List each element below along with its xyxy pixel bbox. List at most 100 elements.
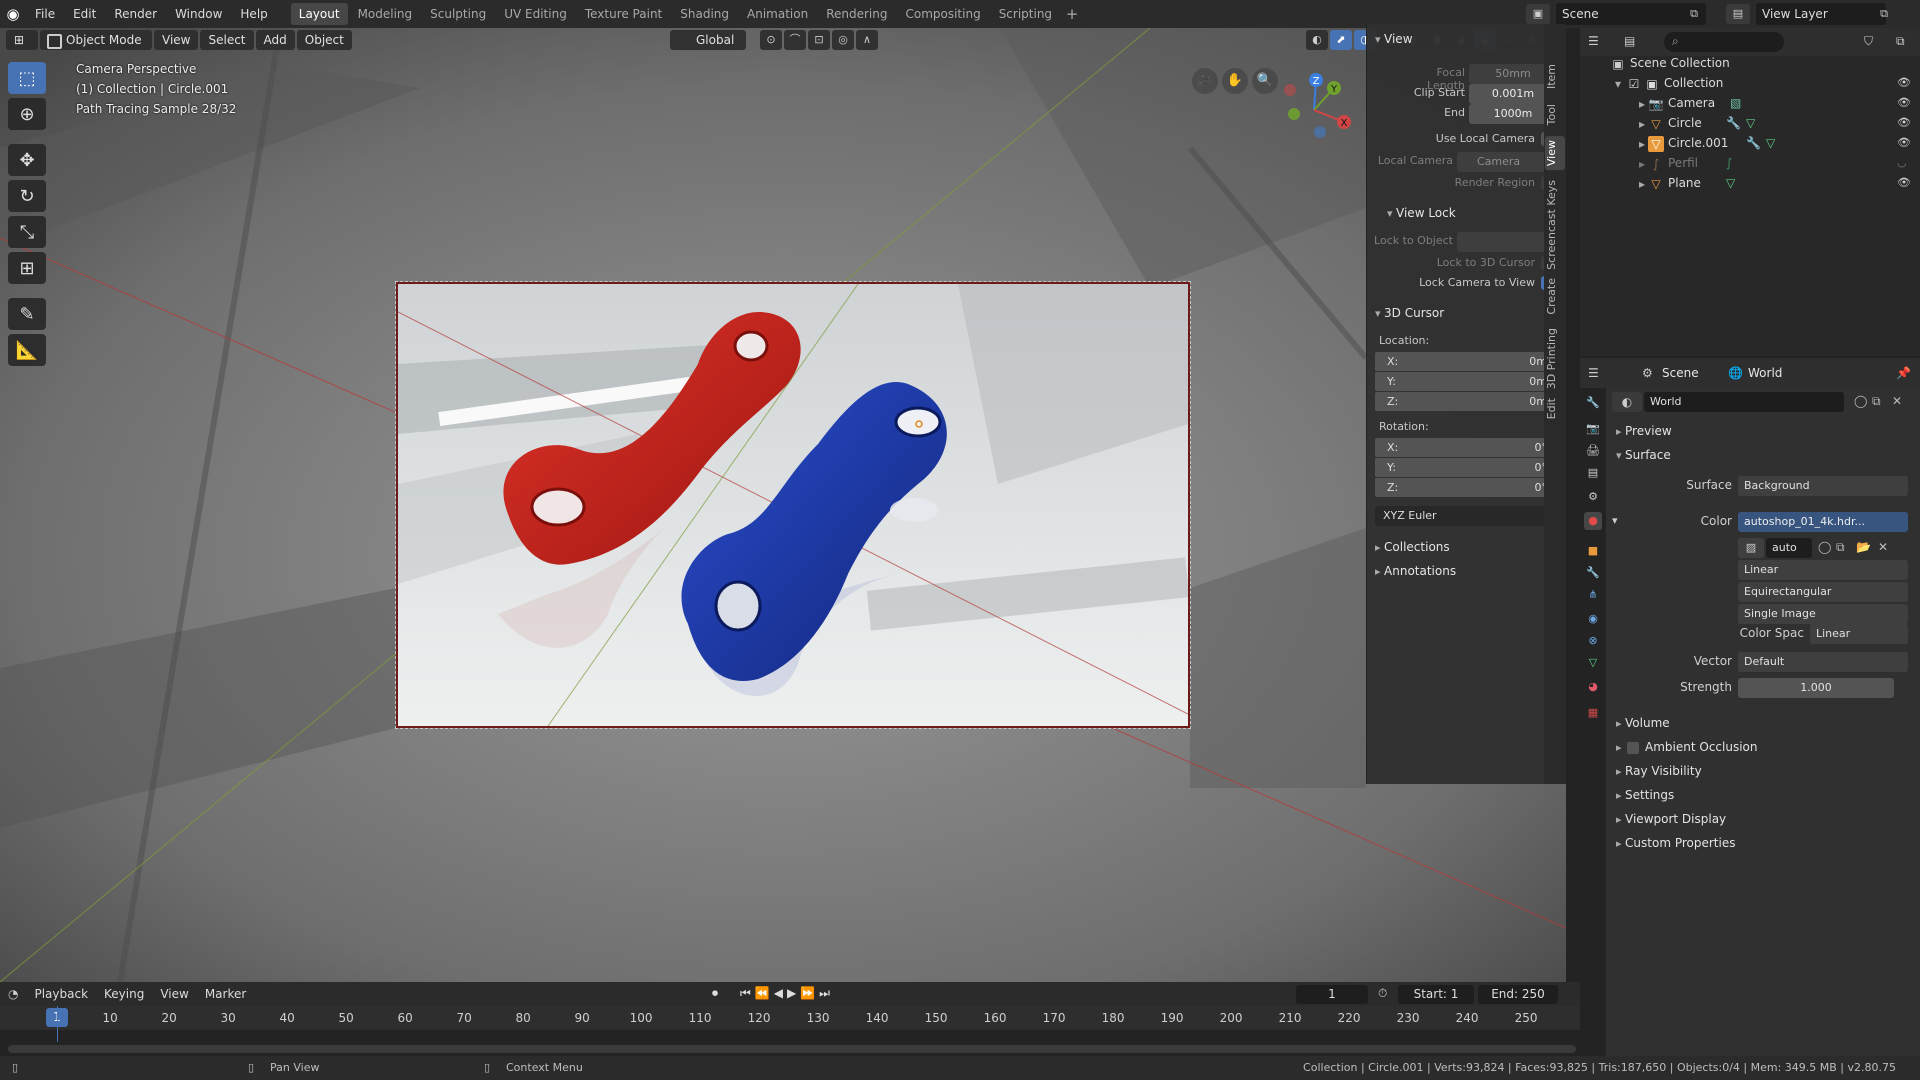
gizmo-toggle-icon[interactable]: ⬈: [1330, 30, 1352, 50]
eye-icon[interactable]: 👁: [1897, 76, 1911, 89]
volume-section[interactable]: Volume: [1616, 716, 1670, 730]
image-fake-user-icon[interactable]: ◯: [1818, 540, 1831, 554]
world-browse-icon[interactable]: ◐: [1612, 392, 1642, 412]
checkbox-icon[interactable]: ☑: [1626, 76, 1642, 92]
blender-logo-icon[interactable]: ◉: [0, 0, 26, 28]
outliner-row-scene-collection[interactable]: ▣ Scene Collection: [1580, 54, 1920, 74]
tab-rendering[interactable]: Rendering: [818, 3, 895, 25]
color-texture-field[interactable]: autoshop_01_4k.hdr...: [1738, 512, 1908, 532]
view-layer-field[interactable]: View Layer: [1756, 3, 1886, 25]
measure-tool-icon[interactable]: 📐: [8, 334, 46, 366]
unlink-icon[interactable]: ✕: [1892, 394, 1902, 408]
color-expand-icon[interactable]: ▾: [1612, 514, 1618, 527]
properties-editor-icon[interactable]: ☰: [1588, 366, 1599, 380]
timeline-menu-view[interactable]: View: [152, 987, 196, 1001]
color-space-dropdown[interactable]: Linear: [1810, 624, 1908, 644]
record-icon[interactable]: ⏺: [712, 986, 718, 1001]
interpolation-dropdown[interactable]: Linear: [1738, 560, 1908, 580]
timeline-menu-keying[interactable]: Keying: [96, 987, 152, 1001]
tab-sculpting[interactable]: Sculpting: [422, 3, 494, 25]
eye-icon[interactable]: 👁: [1897, 136, 1911, 149]
sidebar-tab-create[interactable]: Create: [1545, 274, 1565, 319]
breadcrumb-world[interactable]: World: [1748, 366, 1782, 380]
vector-field[interactable]: Default: [1738, 652, 1908, 672]
tab-scripting[interactable]: Scripting: [991, 3, 1060, 25]
wrench-icon[interactable]: 🔧: [1746, 136, 1761, 150]
annotations-section-header[interactable]: Annotations: [1375, 564, 1456, 578]
menu-help[interactable]: Help: [231, 0, 276, 28]
mesh-data-icon[interactable]: ▽: [1766, 136, 1775, 150]
constraints-tab-icon[interactable]: ⊗: [1584, 632, 1602, 650]
sidebar-tab-item[interactable]: Item: [1545, 60, 1565, 93]
sidebar-tab-edit[interactable]: Edit: [1545, 394, 1565, 423]
filter-icon[interactable]: ⛉: [1864, 34, 1873, 49]
view-layer-tab-icon[interactable]: ▤: [1584, 464, 1602, 482]
ray-visibility-section[interactable]: Ray Visibility: [1616, 764, 1702, 778]
eye-icon[interactable]: 👁: [1897, 176, 1911, 189]
eye-icon[interactable]: 👁: [1897, 116, 1911, 129]
image-open-icon[interactable]: 📂: [1856, 540, 1871, 554]
tool-tab-icon[interactable]: 🔧: [1584, 394, 1602, 412]
viewport-menu-add[interactable]: Add: [255, 30, 295, 50]
eye-closed-icon[interactable]: ◡: [1897, 156, 1907, 169]
menu-render[interactable]: Render: [105, 0, 166, 28]
cursor-location-x[interactable]: X: 0m: [1375, 352, 1555, 371]
image-name-field[interactable]: auto: [1766, 538, 1812, 558]
mesh-data-icon[interactable]: ▽: [1746, 116, 1755, 130]
menu-file[interactable]: File: [26, 0, 64, 28]
cursor-section-header[interactable]: 3D Cursor: [1375, 306, 1444, 320]
strength-field[interactable]: 1.000: [1738, 678, 1894, 698]
cursor-location-z[interactable]: Z: 0m: [1375, 392, 1555, 411]
menu-edit[interactable]: Edit: [64, 0, 105, 28]
viewport-menu-object[interactable]: Object: [296, 30, 352, 50]
image-duplicate-icon[interactable]: ⧉: [1836, 540, 1845, 555]
collections-section-header[interactable]: Collections: [1375, 540, 1450, 554]
current-frame-field[interactable]: 1: [1296, 985, 1368, 1004]
modifier-tab-icon[interactable]: 🔧: [1584, 564, 1602, 582]
visibility-icon[interactable]: ◐: [1306, 30, 1328, 50]
preview-range-icon[interactable]: ⏱: [1378, 986, 1387, 1001]
local-camera-field[interactable]: Camera: [1457, 152, 1557, 172]
world-name-field[interactable]: World: [1644, 392, 1844, 412]
display-mode-icon[interactable]: ▤: [1624, 34, 1635, 48]
view-lock-header[interactable]: View Lock: [1387, 206, 1456, 220]
transform-orientation-dropdown[interactable]: Global: [670, 30, 746, 50]
wrench-icon[interactable]: 🔧: [1726, 116, 1741, 130]
cursor-rotation-x[interactable]: X: 0°: [1375, 438, 1555, 457]
fake-user-icon[interactable]: ◯: [1854, 394, 1867, 408]
eye-icon[interactable]: 👁: [1897, 96, 1911, 109]
outliner-row-circle-001[interactable]: ▸ ▽ Circle.001 🔧 ▽ 👁: [1580, 134, 1920, 154]
editor-type-icon[interactable]: ⊞: [6, 30, 38, 50]
pivot-icon[interactable]: ⊙: [760, 30, 782, 50]
rotation-mode-dropdown[interactable]: XYZ Euler: [1375, 506, 1555, 526]
tab-uv-editing[interactable]: UV Editing: [496, 3, 575, 25]
snap-target-icon[interactable]: ⊡: [808, 30, 830, 50]
cursor-tool-icon[interactable]: ⊕: [8, 98, 46, 130]
outliner-row-collection[interactable]: ▾ ☑ ▣ Collection 👁: [1580, 74, 1920, 94]
cursor-rotation-z[interactable]: Z: 0°: [1375, 478, 1555, 497]
camera-view-icon[interactable]: 🎥: [1192, 68, 1218, 94]
outliner-row-perfil[interactable]: ▸ ∫ Perfil ∫ ◡: [1580, 154, 1920, 174]
tab-texture-paint[interactable]: Texture Paint: [577, 3, 670, 25]
ao-checkbox[interactable]: [1627, 741, 1640, 754]
view-layer-new-icon[interactable]: ⧉: [1872, 4, 1896, 24]
start-frame-field[interactable]: Start: 1: [1398, 985, 1474, 1004]
projection-dropdown[interactable]: Equirectangular: [1738, 582, 1908, 602]
sidebar-tab-3d-printing[interactable]: 3D Printing: [1545, 324, 1565, 393]
scene-new-icon[interactable]: ⧉: [1682, 4, 1706, 24]
outliner-row-circle[interactable]: ▸ ▽ Circle 🔧 ▽ 👁: [1580, 114, 1920, 134]
zoom-view-icon[interactable]: 🔍: [1252, 68, 1278, 94]
timeline-menu-marker[interactable]: Marker: [197, 987, 254, 1001]
camera-data-icon[interactable]: ▧: [1730, 96, 1741, 110]
pin-icon[interactable]: 📌: [1896, 366, 1911, 380]
axis-gizmo[interactable]: Z Y X: [1284, 68, 1364, 148]
3d-viewport[interactable]: ⊞ Object Mode View Select Add Object Glo…: [0, 28, 1566, 982]
pan-view-icon[interactable]: ✋: [1222, 68, 1248, 94]
object-mode-dropdown[interactable]: Object Mode: [40, 30, 152, 50]
outliner-row-plane[interactable]: ▸ ▽ Plane ▽ 👁: [1580, 174, 1920, 194]
transform-tool-icon[interactable]: ⊞: [8, 252, 46, 284]
proportional-edit-icon[interactable]: ◎: [832, 30, 854, 50]
outliner-search-input[interactable]: ⌕: [1664, 32, 1784, 52]
annotate-tool-icon[interactable]: ✎: [8, 298, 46, 330]
render-tab-icon[interactable]: 📷: [1584, 420, 1602, 438]
